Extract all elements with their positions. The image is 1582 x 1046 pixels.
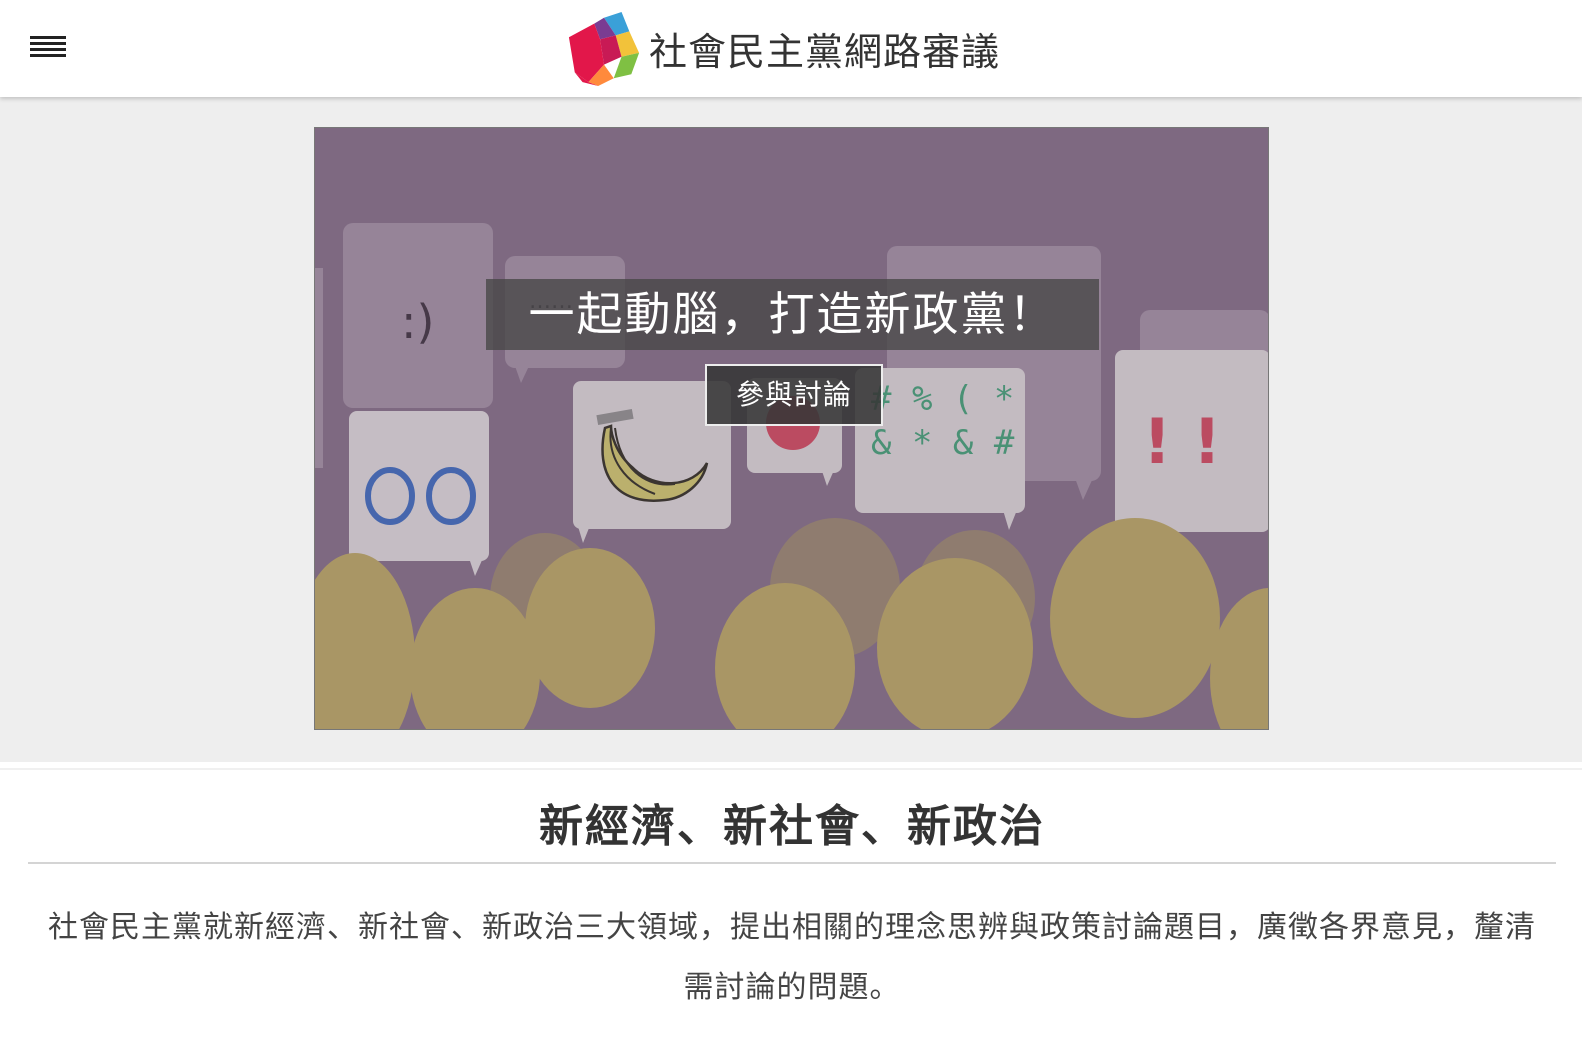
join-discussion-button[interactable]: 參與討論 xyxy=(705,364,883,426)
section-divider xyxy=(0,768,1582,770)
section-description: 社會民主黨就新經濟、新社會、新政治三大領域，提出相關的理念思辨與政策討論題目，廣… xyxy=(48,910,1536,1005)
hero-illustration: :) …… # % ( * & * & # ! ! xyxy=(315,128,1268,729)
hero-tagline: 一起動腦，打造新政黨！ xyxy=(486,279,1099,350)
hamburger-menu-icon[interactable] xyxy=(30,36,66,62)
title-underline xyxy=(28,862,1556,864)
hero-band: :) …… # % ( * & * & # ! ! xyxy=(0,97,1582,762)
hero-banner: :) …… # % ( * & * & # ! ! xyxy=(314,127,1269,730)
site-title: 社會民主黨網路審議 xyxy=(649,29,1001,74)
top-navbar: 社會民主黨網路審議 xyxy=(0,0,1582,97)
section-title: 新經濟、新社會、新政治 xyxy=(539,801,1045,852)
site-brand[interactable]: 社會民主黨網路審議 xyxy=(565,8,1000,88)
party-logo-icon xyxy=(568,11,640,86)
